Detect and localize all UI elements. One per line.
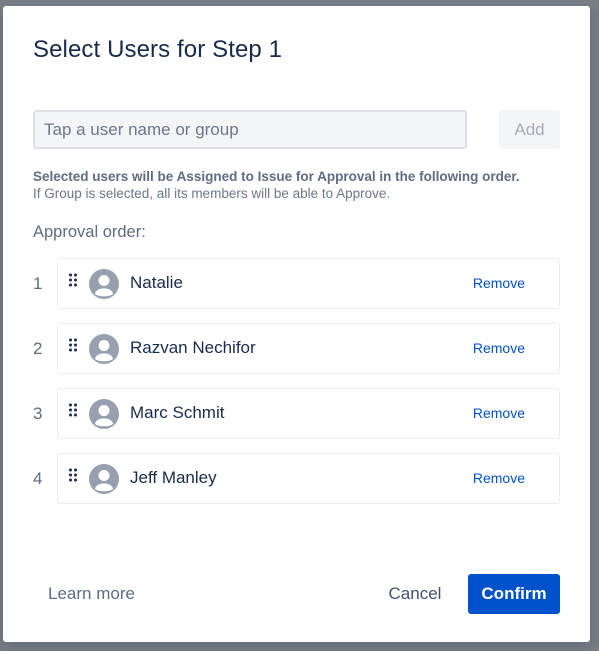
learn-more-link[interactable]: Learn more: [48, 584, 135, 604]
user-avatar-icon: [89, 269, 119, 299]
user-avatar-icon: [89, 334, 119, 364]
approver-row: Marc Schmit Remove: [57, 388, 560, 439]
select-users-dialog: Select Users for Step 1 Add Selected use…: [3, 6, 590, 642]
order-number: 3: [33, 404, 43, 423]
order-number: 2: [33, 339, 43, 358]
approver-row: Natalie Remove: [57, 258, 560, 309]
confirm-button[interactable]: Confirm: [468, 574, 560, 614]
order-number: 4: [33, 469, 43, 488]
user-search-input[interactable]: [33, 110, 467, 149]
approval-order-label: Approval order:: [33, 223, 146, 241]
cancel-button[interactable]: Cancel: [377, 574, 453, 614]
order-number: 1: [33, 274, 43, 293]
drag-handle-icon[interactable]: [68, 273, 78, 287]
approver-row: Jeff Manley Remove: [57, 453, 560, 504]
drag-handle-icon[interactable]: [68, 468, 78, 482]
approver-name: Jeff Manley: [130, 468, 217, 487]
drag-handle-icon[interactable]: [68, 403, 78, 417]
approver-row: Razvan Nechifor Remove: [57, 323, 560, 374]
remove-link[interactable]: Remove: [473, 470, 525, 486]
remove-link[interactable]: Remove: [473, 275, 525, 291]
approver-name: Marc Schmit: [130, 403, 225, 422]
approver-name: Razvan Nechifor: [130, 338, 256, 357]
remove-link[interactable]: Remove: [473, 340, 525, 356]
drag-handle-icon[interactable]: [68, 338, 78, 352]
user-avatar-icon: [89, 464, 119, 494]
user-avatar-icon: [89, 399, 119, 429]
add-button[interactable]: Add: [499, 110, 560, 149]
info-text-order: Selected users will be Assigned to Issue…: [33, 169, 520, 184]
info-text-group: If Group is selected, all its members wi…: [33, 186, 391, 201]
remove-link[interactable]: Remove: [473, 405, 525, 421]
dialog-title: Select Users for Step 1: [33, 36, 283, 63]
approver-name: Natalie: [130, 273, 183, 292]
